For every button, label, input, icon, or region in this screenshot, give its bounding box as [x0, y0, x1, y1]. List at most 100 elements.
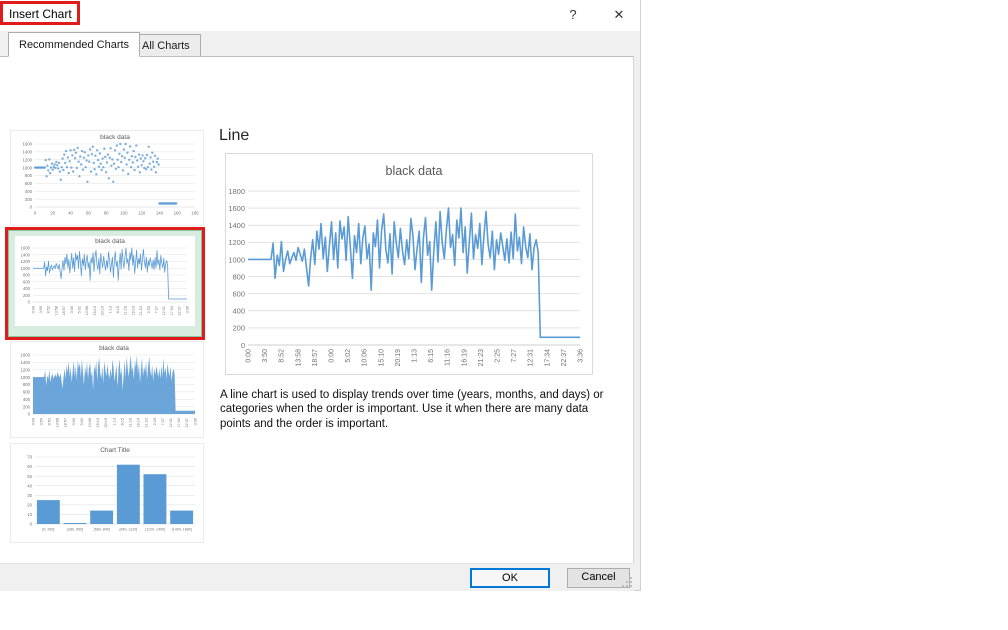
tab-strip: Recommended Charts All Charts	[0, 31, 634, 56]
svg-text:30: 30	[27, 493, 32, 498]
svg-text:15:10: 15:10	[378, 349, 385, 367]
svg-text:2:25: 2:25	[153, 418, 157, 425]
svg-text:15:10: 15:10	[93, 306, 97, 316]
svg-text:200: 200	[23, 293, 31, 298]
line-thumbnail-chart: black data020040060080010001200140016000…	[15, 236, 195, 326]
chart-thumbnail-scatter[interactable]: black data020040060080010001200140016000…	[10, 130, 204, 226]
svg-text:6:15: 6:15	[428, 349, 435, 363]
svg-text:13:58: 13:58	[56, 418, 60, 428]
svg-text:50: 50	[27, 474, 32, 479]
svg-text:18:57: 18:57	[62, 306, 66, 316]
svg-text:40: 40	[68, 210, 73, 215]
svg-text:120: 120	[138, 210, 146, 215]
tab-label: All Charts	[142, 40, 190, 52]
svg-text:100: 100	[120, 210, 128, 215]
svg-text:(1120, 1400]: (1120, 1400]	[145, 528, 165, 532]
svg-text:black data: black data	[95, 238, 125, 245]
svg-text:1600: 1600	[22, 142, 32, 147]
ok-button[interactable]: OK	[470, 568, 550, 588]
svg-text:800: 800	[232, 272, 245, 281]
svg-text:0: 0	[241, 341, 245, 350]
svg-text:22:37: 22:37	[185, 418, 189, 428]
svg-text:180: 180	[191, 210, 199, 215]
svg-text:1800: 1800	[228, 187, 245, 196]
svg-text:60: 60	[27, 464, 32, 469]
svg-text:1400: 1400	[20, 360, 30, 365]
svg-text:400: 400	[23, 397, 31, 402]
help-icon: ?	[569, 7, 576, 22]
svg-text:2:25: 2:25	[494, 349, 501, 363]
tab-label: Recommended Charts	[19, 39, 129, 51]
preview-heading: Line	[219, 127, 249, 145]
svg-text:black data: black data	[99, 345, 129, 352]
svg-text:black data: black data	[386, 164, 443, 178]
help-button[interactable]: ?	[556, 0, 590, 30]
svg-text:20:19: 20:19	[395, 349, 402, 367]
svg-text:1200: 1200	[20, 367, 30, 372]
svg-text:12:31: 12:31	[528, 349, 535, 367]
histogram-thumbnail-chart: Chart Title010203040506070[0, 280](280, …	[11, 444, 203, 542]
svg-text:18:57: 18:57	[64, 418, 68, 428]
svg-text:11:16: 11:16	[124, 306, 128, 315]
svg-text:1600: 1600	[228, 204, 245, 213]
svg-text:8:52: 8:52	[279, 349, 286, 363]
svg-text:21:23: 21:23	[478, 349, 485, 367]
chart-thumbnail-line-selected[interactable]: black data020040060080010001200140016000…	[8, 230, 202, 337]
line-thumbnail-chart-frame: black data020040060080010001200140016000…	[15, 236, 195, 326]
resize-grip-icon[interactable]	[621, 577, 633, 588]
svg-text:1600: 1600	[21, 246, 31, 251]
chart-thumbnail-histogram[interactable]: Chart Title010203040506070[0, 280](280, …	[10, 443, 204, 543]
svg-text:160: 160	[174, 210, 182, 215]
svg-text:(560, 840]: (560, 840]	[94, 528, 110, 532]
svg-text:6:15: 6:15	[120, 418, 124, 425]
svg-text:10: 10	[27, 512, 32, 517]
close-button[interactable]: ✕	[602, 0, 636, 30]
svg-text:1000: 1000	[21, 266, 31, 271]
svg-text:200: 200	[25, 197, 33, 202]
svg-text:1000: 1000	[228, 255, 245, 264]
svg-text:black data: black data	[100, 134, 130, 141]
svg-text:1:13: 1:13	[108, 306, 112, 313]
svg-text:0: 0	[34, 210, 37, 215]
svg-text:800: 800	[23, 382, 31, 387]
svg-text:1400: 1400	[228, 221, 245, 230]
svg-text:0: 0	[30, 205, 33, 210]
svg-text:0:00: 0:00	[31, 306, 35, 313]
svg-text:140: 140	[156, 210, 164, 215]
svg-text:1000: 1000	[20, 375, 30, 380]
close-icon: ✕	[614, 7, 625, 22]
chart-thumbnail-area[interactable]: black data020040060080010001200140016000…	[10, 341, 204, 438]
svg-text:7:27: 7:27	[161, 418, 165, 425]
svg-text:10:06: 10:06	[88, 418, 92, 428]
svg-text:15:10: 15:10	[96, 418, 100, 428]
svg-text:200: 200	[23, 404, 31, 409]
svg-text:800: 800	[25, 173, 33, 178]
svg-text:17:34: 17:34	[170, 306, 174, 316]
svg-text:10:06: 10:06	[85, 306, 89, 316]
svg-text:18:57: 18:57	[312, 349, 319, 367]
svg-text:11:16: 11:16	[445, 349, 452, 366]
svg-text:7:27: 7:27	[511, 349, 518, 363]
svg-text:400: 400	[25, 189, 33, 194]
svg-text:8:52: 8:52	[47, 306, 51, 313]
svg-text:1:13: 1:13	[411, 349, 418, 363]
svg-text:0: 0	[30, 522, 33, 527]
svg-text:0:00: 0:00	[328, 349, 335, 363]
svg-text:Chart Title: Chart Title	[100, 447, 130, 454]
svg-text:8:52: 8:52	[48, 418, 52, 425]
svg-text:200: 200	[232, 324, 245, 333]
insert-chart-dialog: Insert Chart ? ✕ Recommended Charts All …	[0, 0, 641, 591]
svg-text:1000: 1000	[22, 165, 32, 170]
tab-recommended-charts[interactable]: Recommended Charts	[8, 32, 140, 57]
svg-text:0: 0	[28, 412, 31, 417]
main-line-chart-preview: black data020040060080010001200140016001…	[225, 153, 593, 375]
svg-text:3:36: 3:36	[577, 349, 584, 363]
svg-text:80: 80	[104, 210, 109, 215]
tab-all-charts[interactable]: All Charts	[131, 34, 201, 57]
svg-text:400: 400	[23, 286, 31, 291]
svg-text:17:34: 17:34	[177, 418, 181, 428]
svg-text:1200: 1200	[22, 157, 32, 162]
svg-text:3:50: 3:50	[39, 418, 43, 425]
svg-text:(280, 560]: (280, 560]	[67, 528, 83, 532]
svg-text:0:00: 0:00	[72, 418, 76, 425]
